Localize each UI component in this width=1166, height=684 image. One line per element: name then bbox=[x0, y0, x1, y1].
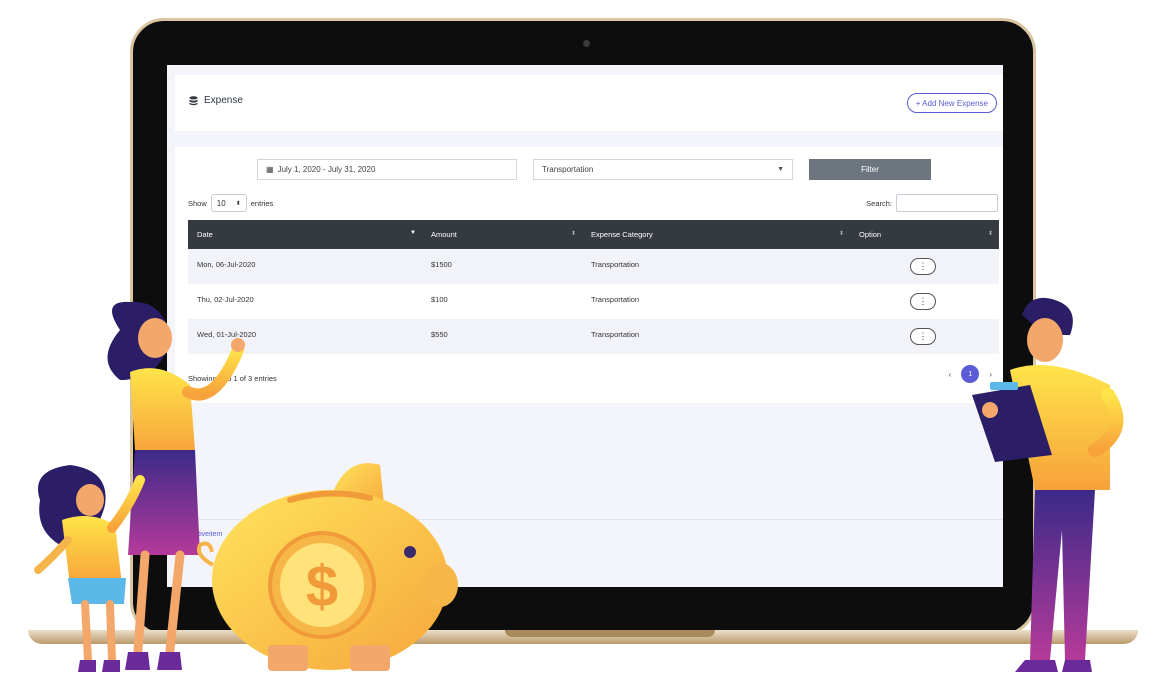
dollar-sign-icon: $ bbox=[306, 554, 338, 619]
illustration-layer: $ bbox=[34, 297, 1124, 672]
coin-icon: $ bbox=[268, 531, 376, 639]
man-illustration bbox=[972, 297, 1124, 672]
girl-illustration bbox=[34, 465, 145, 672]
stage: Expense + Add New Expense ▦ July 1, 2020… bbox=[0, 0, 1166, 684]
